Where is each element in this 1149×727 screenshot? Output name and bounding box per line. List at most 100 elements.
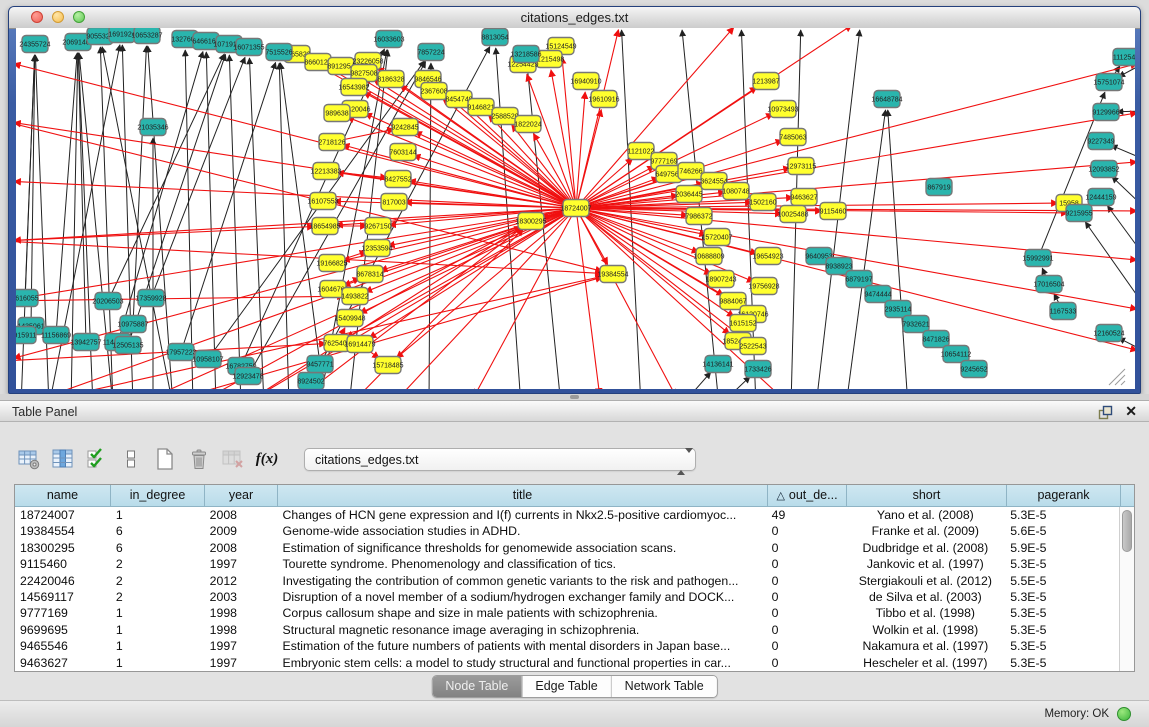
table-cell[interactable]: Jankovic et al. (1997) [845,556,1005,572]
network-node[interactable]: 19610916 [588,91,619,108]
column-header-name[interactable]: name [15,485,111,507]
table-cell[interactable]: 2 [111,573,205,589]
network-node[interactable]: 9215955 [1065,205,1092,222]
table-cell[interactable]: 5.3E-5 [1005,589,1119,605]
table-row[interactable]: 977716911998Corpus callosum shape and si… [15,605,1119,621]
network-node[interactable]: 9267150 [364,218,391,235]
function-builder-icon[interactable]: f(x) [252,445,282,473]
table-row[interactable]: 1830029562008Estimation of significance … [15,540,1119,556]
network-node[interactable]: 16543982 [338,79,369,96]
table-cell[interactable]: 1 [111,655,205,671]
delete-table-icon[interactable] [218,445,248,473]
table-row[interactable]: 911546021997Tourette syndrome. Phenomeno… [15,556,1119,572]
table-cell[interactable]: 2012 [205,573,278,589]
network-node[interactable]: 18654985 [309,218,340,235]
table-cell[interactable]: Tibbo et al. (1998) [845,605,1005,621]
table-cell[interactable]: Changes of HCN gene expression and I(f) … [278,507,767,523]
table-selector-combobox[interactable]: citations_edges.txt [304,448,696,471]
network-node[interactable]: 20206503 [92,293,123,310]
tab-edge-table[interactable]: Edge Table [521,676,610,697]
table-cell[interactable]: 5.3E-5 [1005,507,1119,523]
table-cell[interactable]: 1997 [205,655,278,671]
network-node[interactable]: 18300295 [515,213,546,230]
network-node[interactable]: 746266 [678,163,704,180]
window-titlebar[interactable]: citations_edges.txt [9,7,1140,29]
table-row[interactable]: 2242004622012Investigating the contribut… [15,573,1119,589]
network-node[interactable]: 2616055 [16,290,39,307]
network-node[interactable]: 14136141 [702,356,733,373]
network-node[interactable]: 9227349 [1087,133,1114,150]
table-cell[interactable]: 9465546 [15,638,111,654]
network-node[interactable]: 16648784 [871,91,902,108]
clear-selection-icon[interactable] [116,445,146,473]
network-node[interactable]: 2522543 [739,338,766,355]
network-node[interactable]: 9242845 [391,119,418,136]
table-cell[interactable]: 5.5E-5 [1005,573,1119,589]
network-node[interactable]: 7485063 [779,129,806,146]
table-cell[interactable]: Wolkin et al. (1998) [845,622,1005,638]
table-cell[interactable]: 0 [767,622,846,638]
table-cell[interactable]: 5.3E-5 [1005,605,1119,621]
memory-status-light-icon[interactable] [1117,707,1131,721]
network-node[interactable]: 9463627 [790,189,817,206]
table-cell[interactable]: 5.3E-5 [1005,556,1119,572]
table-cell[interactable]: 1997 [205,556,278,572]
table-cell[interactable]: Structural magnetic resonance image aver… [278,622,767,638]
network-node[interactable]: 989638 [324,105,350,122]
network-node[interactable]: 12505135 [112,337,143,354]
network-node[interactable]: 7515526 [265,44,292,61]
network-node[interactable]: 15992991 [1022,250,1053,267]
network-node[interactable]: 1502160 [749,194,776,211]
network-node[interactable]: 19756928 [748,278,779,295]
network-node[interactable]: 9129966 [1092,104,1119,121]
table-cell[interactable]: 2009 [205,523,278,539]
table-cell[interactable]: 19384554 [15,523,111,539]
show-columns-icon[interactable] [48,445,78,473]
table-cell[interactable]: Estimation of the future numbers of pati… [278,638,767,654]
network-node[interactable]: 7986372 [685,208,712,225]
tab-node-table[interactable]: Node Table [432,676,521,697]
new-column-icon[interactable] [150,445,180,473]
table-cell[interactable]: Franke et al. (2009) [845,523,1005,539]
table-cell[interactable]: 1997 [205,638,278,654]
resize-grip-icon[interactable] [1121,381,1125,385]
table-cell[interactable]: 0 [767,605,846,621]
network-node[interactable]: 1112543 [1113,49,1135,66]
network-node[interactable]: 1615152 [729,315,756,332]
network-node[interactable]: 16071355 [233,39,264,56]
network-node[interactable]: 16107553 [307,193,338,210]
network-node[interactable]: 10958107 [192,351,223,368]
table-row[interactable]: 1872400712008Changes of HCN gene express… [15,507,1119,523]
table-row[interactable]: 946554611997Estimation of the future num… [15,638,1119,654]
network-node[interactable]: 24355724 [19,36,50,53]
tab-network-table[interactable]: Network Table [611,676,717,697]
table-row[interactable]: 1456911722003Disruption of a novel membe… [15,589,1119,605]
network-node[interactable]: 12353594 [361,240,392,257]
network-node[interactable]: 1080748 [722,183,749,200]
table-cell[interactable]: de Silva et al. (2003) [845,589,1005,605]
table-cell[interactable]: Embryonic stem cells: a model to study s… [278,655,767,671]
table-cell[interactable]: Genome-wide association studies in ADHD. [278,523,767,539]
column-header-year[interactable]: year [205,485,278,507]
network-node[interactable]: 16940910 [570,73,601,90]
resize-grip-icon[interactable] [1115,375,1125,385]
network-node[interactable]: 13218586 [510,46,541,63]
table-cell[interactable]: 0 [767,556,846,572]
table-cell[interactable]: 18300295 [15,540,111,556]
network-node[interactable]: 1493822 [341,288,368,305]
table-cell[interactable]: 2003 [205,589,278,605]
column-header-in_degree[interactable]: in_degree [111,485,205,507]
network-node[interactable]: 9245652 [960,361,987,378]
network-node[interactable]: 8427552 [384,171,411,188]
table-cell[interactable]: 14569117 [15,589,111,605]
column-header-title[interactable]: title [278,485,768,507]
network-node[interactable]: 12093852 [1088,161,1119,178]
column-header-pagerank[interactable]: pagerank [1007,485,1121,507]
table-cell[interactable]: 1 [111,638,205,654]
network-node[interactable]: 12973115 [786,158,817,175]
network-node[interactable]: 18724007 [560,200,591,217]
network-node[interactable]: 12160524 [1093,325,1124,342]
table-cell[interactable]: 5.6E-5 [1005,523,1119,539]
column-header-out_de[interactable]: △out_de... [768,485,847,507]
table-cell[interactable]: Corpus callosum shape and size in male p… [278,605,767,621]
